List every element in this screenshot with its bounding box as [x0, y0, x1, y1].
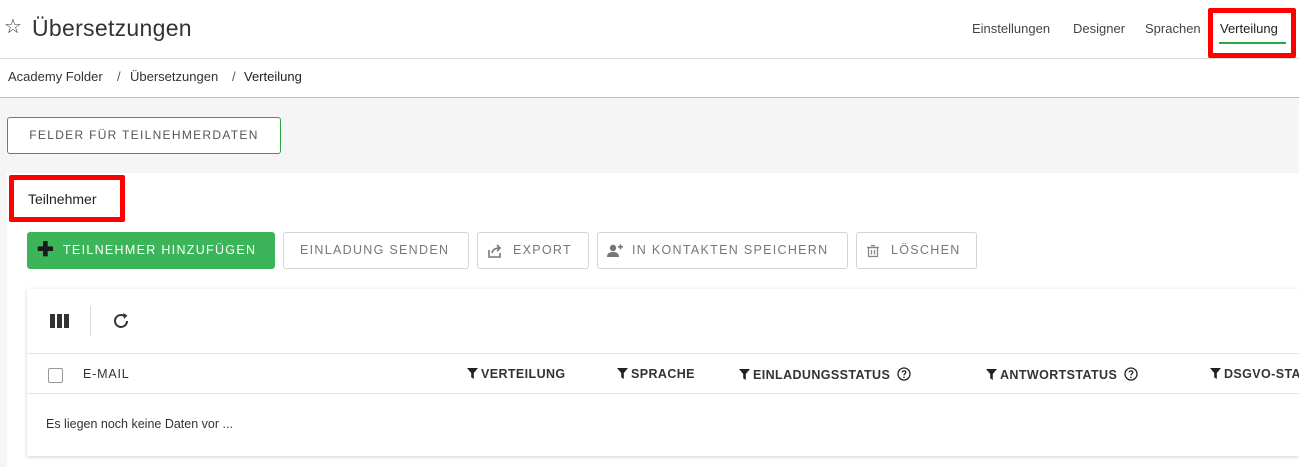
filter-icon[interactable]	[617, 368, 628, 383]
breadcrumb-item-uebersetzungen[interactable]: Übersetzungen	[130, 69, 218, 85]
plus-icon: ✚	[37, 239, 56, 261]
breadcrumb-separator: /	[232, 69, 236, 84]
breadcrumb-item-verteilung: Verteilung	[244, 69, 302, 84]
add-participant-button[interactable]: ✚ TEILNEHMER HINZUFÜGEN	[27, 232, 275, 269]
column-header-email[interactable]: E-MAIL	[83, 367, 129, 382]
nav-designer[interactable]: Designer	[1073, 21, 1125, 37]
breadcrumb: Academy Folder / Übersetzungen / Verteil…	[0, 59, 1299, 98]
participants-table: E-MAIL VERTEILUNG SPRACHE EINLADUNGSSTAT…	[27, 289, 1299, 456]
column-header-label: DSGVO-STA	[1224, 367, 1299, 381]
select-all-checkbox[interactable]	[48, 368, 63, 383]
export-button[interactable]: EXPORT	[477, 232, 589, 269]
empty-table-message: Es liegen noch keine Daten vor ...	[46, 417, 233, 431]
add-participant-label: TEILNEHMER HINZUFÜGEN	[63, 243, 257, 257]
table-header: E-MAIL VERTEILUNG SPRACHE EINLADUNGSSTAT…	[27, 353, 1299, 394]
filter-icon[interactable]	[1210, 368, 1221, 383]
nav-sprachen[interactable]: Sprachen	[1145, 21, 1201, 37]
columns-icon[interactable]	[50, 314, 70, 333]
column-header-verteilung[interactable]: VERTEILUNG	[467, 367, 566, 383]
column-header-sprache[interactable]: SPRACHE	[617, 367, 695, 383]
page-title: Übersetzungen	[32, 15, 192, 41]
trash-icon	[866, 233, 880, 282]
add-user-icon	[607, 233, 623, 282]
column-header-einladungsstatus[interactable]: EINLADUNGSSTATUS	[739, 367, 911, 385]
column-header-antwortstatus[interactable]: ANTWORTSTATUS	[986, 367, 1138, 385]
column-header-dsgvo-status[interactable]: DSGVO-STA	[1210, 367, 1299, 383]
participant-fields-button[interactable]: FELDER FÜR TEILNEHMERDATEN	[7, 117, 281, 154]
filter-icon[interactable]	[467, 368, 478, 383]
filter-icon[interactable]	[739, 369, 750, 384]
page-header: ☆ Übersetzungen Einstellungen Designer S…	[0, 0, 1299, 59]
column-header-label: SPRACHE	[631, 367, 695, 381]
star-icon[interactable]: ☆	[4, 15, 22, 39]
toolbar-divider	[90, 306, 91, 336]
delete-label: LÖSCHEN	[891, 243, 961, 257]
column-header-label: ANTWORTSTATUS	[1000, 368, 1118, 382]
save-to-contacts-label: IN KONTAKTEN SPEICHERN	[632, 243, 829, 257]
breadcrumb-separator: /	[117, 69, 121, 84]
highlight-box-section	[9, 175, 125, 222]
help-icon[interactable]	[897, 367, 911, 385]
nav-einstellungen[interactable]: Einstellungen	[972, 21, 1050, 37]
column-header-label: EINLADUNGSSTATUS	[753, 368, 891, 382]
breadcrumb-item-academy-folder[interactable]: Academy Folder	[8, 69, 103, 85]
help-icon[interactable]	[1124, 367, 1138, 385]
share-icon	[487, 233, 503, 282]
delete-button[interactable]: LÖSCHEN	[856, 232, 977, 269]
send-invitation-label: EINLADUNG SENDEN	[300, 243, 450, 257]
send-invitation-button[interactable]: EINLADUNG SENDEN	[283, 232, 469, 269]
refresh-icon[interactable]	[111, 311, 131, 336]
save-to-contacts-button[interactable]: IN KONTAKTEN SPEICHERN	[597, 232, 848, 269]
filter-icon[interactable]	[986, 369, 997, 384]
export-label: EXPORT	[513, 243, 572, 257]
column-header-label: VERTEILUNG	[481, 367, 566, 381]
highlight-box-nav	[1208, 8, 1296, 58]
